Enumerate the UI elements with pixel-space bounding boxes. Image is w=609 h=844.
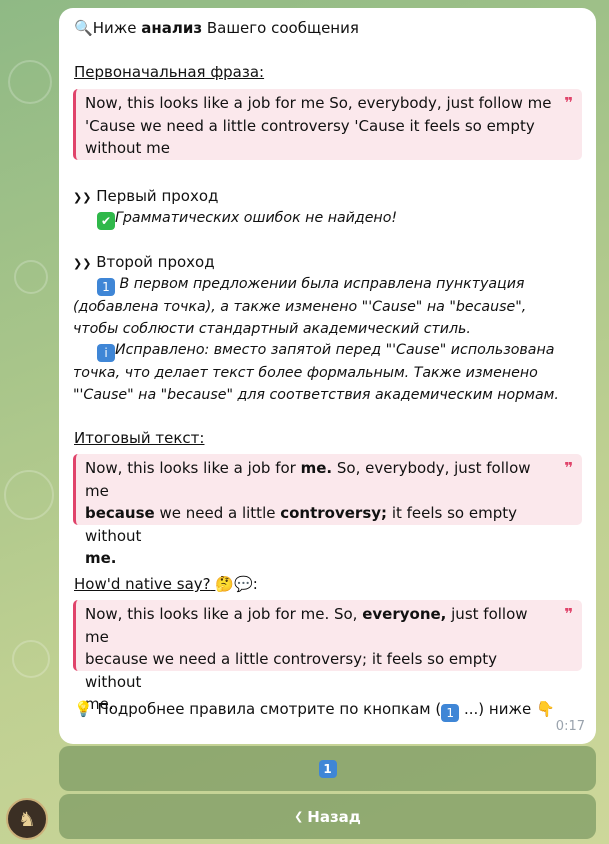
pointing-down-icon: 👇: [535, 700, 555, 718]
quote-icon: ❞: [564, 94, 573, 112]
background-doodle: [14, 260, 48, 294]
check-icon: ✔: [97, 212, 115, 230]
second-pass-note-2: i Исправлено: вместо запятой перед "'Caus…: [73, 342, 559, 403]
native-quote: Now, this looks like a job for me. So, e…: [73, 600, 582, 713]
keycap-1-icon: 1: [97, 278, 115, 296]
rule-button-1[interactable]: 1: [59, 746, 596, 791]
final-quote: Now, this looks like a job for me. So, e…: [73, 454, 582, 567]
back-label: Назад: [307, 807, 361, 826]
message-time: 0:17: [555, 719, 585, 734]
background-doodle: [8, 60, 52, 104]
bot-message: 🔍Ниже анализ Вашего сообщения Первоначал…: [59, 8, 596, 744]
thinking-speech-icon: 🤔💬: [215, 575, 253, 593]
lightbulb-icon: 💡: [74, 700, 93, 718]
keycap-1-icon: 1: [441, 704, 460, 722]
info-icon: i: [97, 344, 115, 362]
second-pass-title: ❯❯ Второй проход: [73, 253, 215, 271]
original-label: Первоначальная фраза:: [74, 63, 265, 81]
back-chevron-icon: ❮: [294, 810, 304, 823]
original-quote: Now, this looks like a job for me So, ev…: [73, 89, 582, 160]
first-pass-title: ❯❯ Первый проход: [73, 187, 219, 205]
background-doodle: [12, 640, 50, 678]
keycap-1-icon: 1: [318, 759, 337, 778]
first-pass-result: ✔ Грамматических ошибок не найдено!: [97, 207, 397, 230]
rooster-logo-icon: ♞: [18, 807, 36, 831]
final-label: Итоговый текст:: [74, 429, 205, 447]
original-line: Now, this looks like a job for me So, ev…: [85, 94, 552, 112]
quote-icon: ❞: [564, 605, 573, 623]
double-chevron-icon: ❯❯: [73, 257, 92, 270]
rules-hint: 💡 Подробнее правила смотрите по кнопкам …: [74, 700, 555, 722]
background-doodle: [4, 470, 54, 520]
double-chevron-icon: ❯❯: [73, 191, 92, 204]
original-line: 'Cause we need a little controversy 'Cau…: [85, 116, 535, 135]
native-label: How'd native say? 🤔💬:: [74, 575, 258, 593]
back-button[interactable]: ❮ Назад: [59, 794, 596, 839]
analysis-header: 🔍Ниже анализ Вашего сообщения: [74, 19, 359, 37]
magnifier-icon: 🔍: [74, 19, 93, 37]
quote-icon: ❞: [564, 459, 573, 477]
second-pass-note-1: 1 В первом предложении была исправлена п…: [73, 276, 527, 337]
original-line: without me: [85, 139, 170, 157]
bot-avatar[interactable]: ♞: [6, 798, 48, 840]
